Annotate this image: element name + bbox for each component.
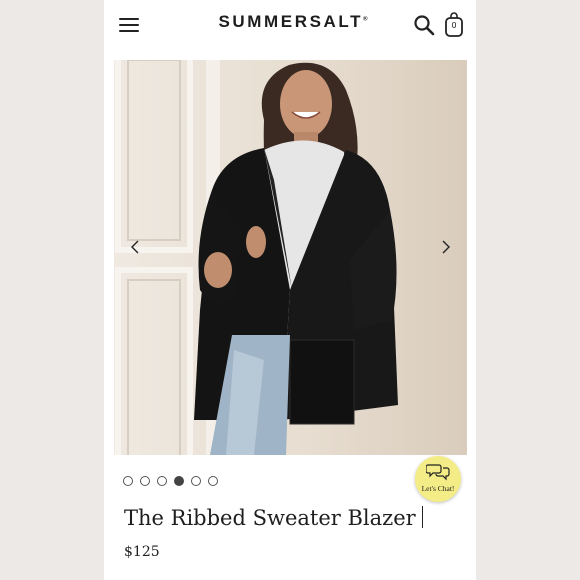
carousel-dot[interactable] [208,476,218,486]
carousel-dots [123,476,218,486]
next-image-button[interactable] [431,232,461,262]
cart-count: 0 [451,21,457,30]
brand-name: SUMMERSALT [218,12,364,31]
brand-logo[interactable]: SUMMERSALT® [208,12,378,32]
product-title-text: The Ribbed Sweater Blazer [124,506,416,530]
prev-image-button[interactable] [120,232,150,262]
lets-chat-button[interactable]: Let's Chat! [415,456,461,502]
shopping-bag-button[interactable]: 0 [444,12,464,38]
product-title: The Ribbed Sweater Blazer [124,506,424,530]
carousel-dot[interactable] [191,476,201,486]
chat-label: Let's Chat! [421,484,455,493]
product-image[interactable] [114,60,467,455]
hamburger-menu-icon[interactable] [119,17,139,33]
mobile-screen: SUMMERSALT® 0 Let's Chat! The Ribbed Swe… [104,0,476,580]
search-icon[interactable] [413,14,435,36]
carousel-dot[interactable] [140,476,150,486]
carousel-dot[interactable] [174,476,184,486]
model-photo [114,60,467,455]
chevron-left-icon [131,240,139,254]
chat-bubbles-icon [426,464,450,481]
carousel-dot[interactable] [157,476,167,486]
product-price: $125 [124,544,160,560]
carousel-dot[interactable] [123,476,133,486]
text-cursor [421,506,424,528]
chevron-right-icon [442,240,450,254]
registered-mark: ® [363,16,368,23]
